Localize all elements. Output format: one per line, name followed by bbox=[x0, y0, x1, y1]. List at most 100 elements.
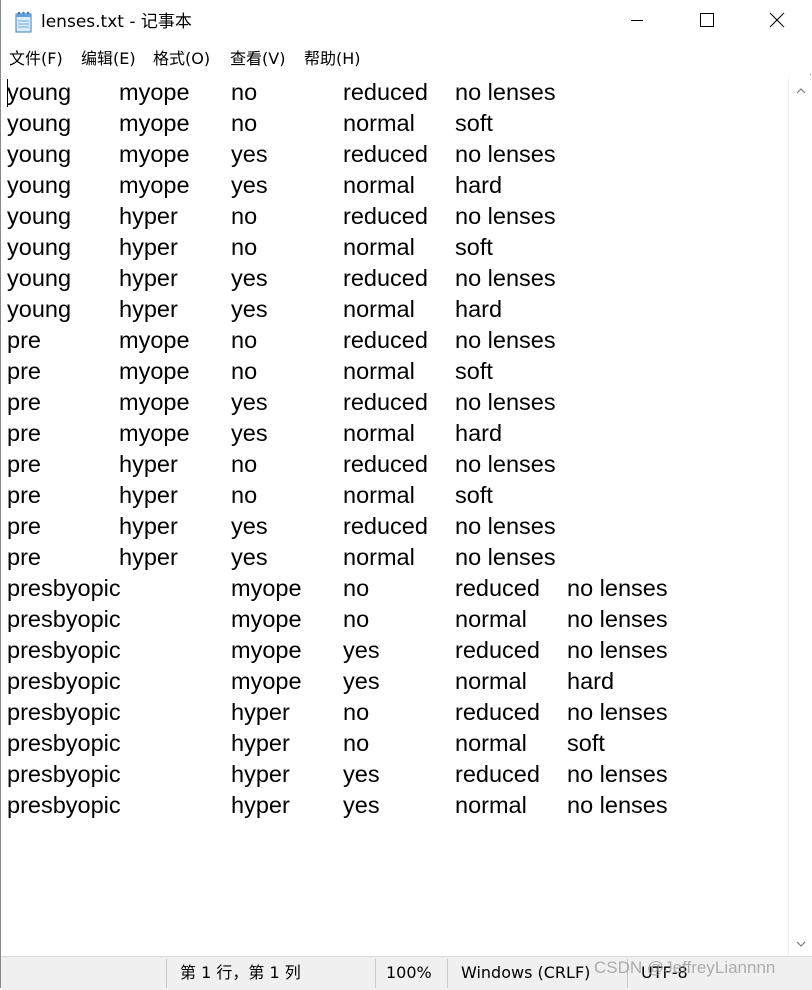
text-field: reduced bbox=[343, 203, 428, 229]
menu-view[interactable]: 查看(V) bbox=[230, 48, 285, 70]
text-field: myope bbox=[119, 110, 190, 136]
text-field: yes bbox=[231, 172, 268, 198]
text-field: no bbox=[231, 203, 258, 229]
text-field: pre bbox=[7, 358, 41, 384]
text-field: no lenses bbox=[455, 265, 556, 291]
maximize-button[interactable] bbox=[672, 0, 742, 44]
text-line: pre myope no normal soft bbox=[2, 356, 782, 387]
text-field: no lenses bbox=[455, 513, 556, 539]
text-field: soft bbox=[455, 234, 493, 260]
text-field: no lenses bbox=[567, 637, 668, 663]
text-line: pre myope yes normal hard bbox=[2, 418, 782, 449]
text-field: pre bbox=[7, 451, 41, 477]
vertical-scrollbar[interactable] bbox=[788, 75, 812, 956]
text-field: no lenses bbox=[567, 606, 668, 632]
text-field: reduced bbox=[455, 699, 540, 725]
text-field: no bbox=[231, 358, 258, 384]
text-field: reduced bbox=[343, 513, 428, 539]
text-line: young hyper no normal soft bbox=[2, 232, 782, 263]
text-field: no lenses bbox=[567, 699, 668, 725]
text-field: no bbox=[343, 575, 370, 601]
text-field: myope bbox=[119, 358, 190, 384]
text-field: hyper bbox=[119, 234, 178, 260]
text-editor[interactable]: young myope no reduced no lenses young myope no… bbox=[2, 75, 788, 955]
line-ending: Windows (CRLF) bbox=[461, 963, 591, 982]
text-field: presbyopic bbox=[7, 761, 121, 787]
text-field: yes bbox=[231, 265, 268, 291]
text-line: presbyopic hyper yes reduced no lenses bbox=[2, 759, 782, 790]
text-field: hard bbox=[567, 668, 615, 694]
text-field: no lenses bbox=[455, 389, 556, 415]
text-field: no bbox=[343, 730, 370, 756]
text-line: pre myope no reduced no lenses bbox=[2, 325, 782, 356]
text-field: reduced bbox=[343, 141, 428, 167]
text-field: hyper bbox=[119, 203, 178, 229]
text-line: presbyopic hyper no reduced no lenses bbox=[2, 697, 782, 728]
title-bar[interactable]: lenses.txt - 记事本 bbox=[1, 0, 812, 44]
scroll-up-button[interactable] bbox=[789, 75, 812, 103]
text-field: hard bbox=[455, 420, 503, 446]
menu-help[interactable]: 帮助(H) bbox=[304, 48, 361, 70]
text-field: myope bbox=[119, 389, 190, 415]
menu-edit[interactable]: 编辑(E) bbox=[81, 48, 136, 70]
text-field: no bbox=[231, 79, 258, 105]
text-field: young bbox=[7, 141, 72, 167]
menu-file[interactable]: 文件(F) bbox=[9, 48, 63, 70]
close-button[interactable] bbox=[742, 0, 812, 44]
text-field: myope bbox=[231, 637, 302, 663]
text-field: young bbox=[7, 265, 72, 291]
text-field: no lenses bbox=[455, 79, 556, 105]
text-line: young myope no reduced no lenses bbox=[2, 77, 782, 108]
text-line: presbyopic myope no normal no lenses bbox=[2, 604, 782, 635]
text-field: myope bbox=[119, 172, 190, 198]
text-field: yes bbox=[231, 420, 268, 446]
watermark: CSDN @JeffreyLiannnn bbox=[594, 958, 776, 977]
text-field: myope bbox=[231, 606, 302, 632]
text-line: pre hyper no normal soft bbox=[2, 480, 782, 511]
close-icon bbox=[769, 12, 785, 32]
chevron-down-icon bbox=[796, 933, 806, 952]
text-field: myope bbox=[119, 327, 190, 353]
minimize-button[interactable] bbox=[602, 0, 672, 44]
text-field: hyper bbox=[119, 482, 178, 508]
text-field: yes bbox=[231, 141, 268, 167]
menu-format[interactable]: 格式(O) bbox=[153, 48, 210, 70]
text-field: hyper bbox=[119, 544, 178, 570]
text-line: presbyopic myope no reduced no lenses bbox=[2, 573, 782, 604]
window-title: lenses.txt - 记事本 bbox=[41, 12, 192, 32]
text-field: hyper bbox=[231, 699, 290, 725]
text-field: normal bbox=[343, 110, 415, 136]
text-field: reduced bbox=[343, 327, 428, 353]
text-field: yes bbox=[231, 296, 268, 322]
text-line: presbyopic hyper no normal soft bbox=[2, 728, 782, 759]
text-field: soft bbox=[455, 482, 493, 508]
text-field: myope bbox=[231, 575, 302, 601]
text-line: pre hyper no reduced no lenses bbox=[2, 449, 782, 480]
text-field: normal bbox=[343, 358, 415, 384]
text-field: hard bbox=[455, 296, 503, 322]
text-field: reduced bbox=[455, 575, 540, 601]
text-line: presbyopic hyper yes normal no lenses bbox=[2, 790, 782, 821]
chevron-up-icon bbox=[796, 80, 806, 99]
text-line: presbyopic myope yes reduced no lenses bbox=[2, 635, 782, 666]
text-line: young myope yes reduced no lenses bbox=[2, 139, 782, 170]
text-field: yes bbox=[343, 637, 380, 663]
notepad-icon bbox=[15, 11, 33, 33]
text-field: normal bbox=[455, 668, 527, 694]
text-line: presbyopic myope yes normal hard bbox=[2, 666, 782, 697]
text-field: yes bbox=[343, 668, 380, 694]
minimize-icon bbox=[629, 12, 645, 32]
text-field: no lenses bbox=[455, 327, 556, 353]
text-line: young myope yes normal hard bbox=[2, 170, 782, 201]
text-field: yes bbox=[231, 544, 268, 570]
status-separator bbox=[447, 959, 448, 988]
scroll-down-button[interactable] bbox=[789, 928, 812, 956]
status-separator bbox=[375, 959, 376, 988]
cursor-position: 第 1 行，第 1 列 bbox=[180, 963, 301, 982]
text-field: soft bbox=[455, 110, 493, 136]
text-field: pre bbox=[7, 544, 41, 570]
text-field: soft bbox=[455, 358, 493, 384]
text-field: hyper bbox=[119, 513, 178, 539]
zoom-level: 100% bbox=[386, 963, 432, 982]
text-field: no lenses bbox=[455, 141, 556, 167]
